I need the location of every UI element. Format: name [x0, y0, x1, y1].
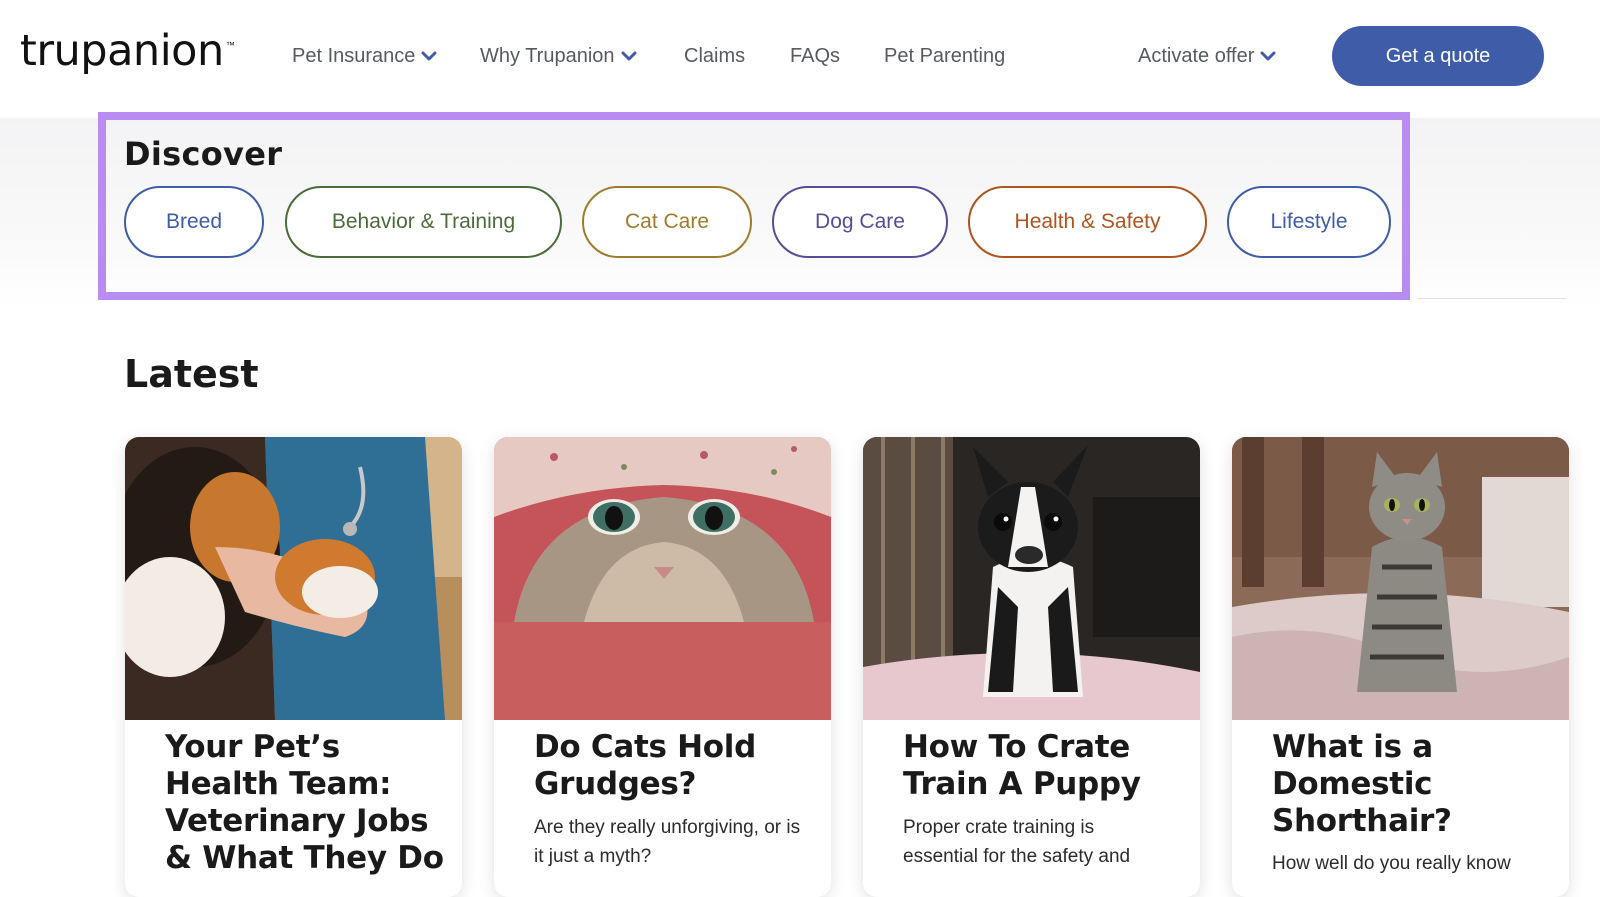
tabby-cat-sitting-image — [1232, 437, 1569, 720]
card-description: Are they really unforgiving, or is it ju… — [534, 817, 801, 867]
cat-under-blanket-image — [494, 437, 831, 720]
vet-holding-paw-image — [125, 437, 462, 720]
card-description: How well do you really know — [1272, 853, 1511, 874]
nav-faqs[interactable]: FAQs — [790, 40, 840, 72]
card-description: Proper crate training is essential for t… — [903, 817, 1131, 867]
chevron-down-icon — [621, 51, 637, 61]
site-header: trupanion ™ Pet Insurance Why Trupanion … — [0, 0, 1600, 118]
trupanion-logo[interactable]: trupanion ™ — [20, 26, 235, 76]
nav-claims[interactable]: Claims — [684, 40, 745, 72]
nav-why-trupanion[interactable]: Why Trupanion — [480, 40, 637, 72]
card-title: Do Cats Hold Grudges? — [534, 729, 757, 802]
nav-label: Claims — [684, 44, 746, 67]
article-card[interactable]: Do Cats Hold Grudges? Are they really un… — [494, 437, 831, 897]
article-card[interactable]: How To Crate Train A Puppy Proper crate … — [863, 437, 1200, 897]
chevron-down-icon — [1260, 51, 1276, 61]
nav-pet-insurance[interactable]: Pet Insurance — [292, 40, 437, 72]
latest-heading: Latest — [124, 352, 259, 396]
article-card[interactable]: Your Pet’s Health Team: Veterinary Jobs … — [125, 437, 462, 897]
activate-offer-dropdown[interactable]: Activate offer — [1138, 40, 1276, 72]
activate-offer-label: Activate offer — [1138, 44, 1255, 67]
chevron-down-icon — [421, 51, 437, 61]
card-title: Your Pet’s Health Team: Veterinary Jobs … — [165, 729, 444, 876]
logo-wordmark: trupanion — [20, 26, 224, 76]
nav-label: FAQs — [790, 44, 841, 67]
highlight-box — [98, 112, 1410, 300]
trademark-symbol: ™ — [225, 40, 235, 50]
section-divider — [1418, 298, 1566, 299]
card-title: What is a Domestic Shorthair? — [1272, 729, 1452, 839]
nav-label: Pet Parenting — [884, 44, 1006, 67]
card-title: How To Crate Train A Puppy — [903, 729, 1141, 802]
nav-pet-parenting[interactable]: Pet Parenting — [884, 40, 1005, 72]
boston-terrier-puppy-image — [863, 437, 1200, 720]
nav-label: Why Trupanion — [480, 44, 615, 67]
nav-label: Pet Insurance — [292, 44, 416, 67]
get-a-quote-button[interactable]: Get a quote — [1332, 26, 1544, 86]
article-card[interactable]: What is a Domestic Shorthair? How well d… — [1232, 437, 1569, 897]
